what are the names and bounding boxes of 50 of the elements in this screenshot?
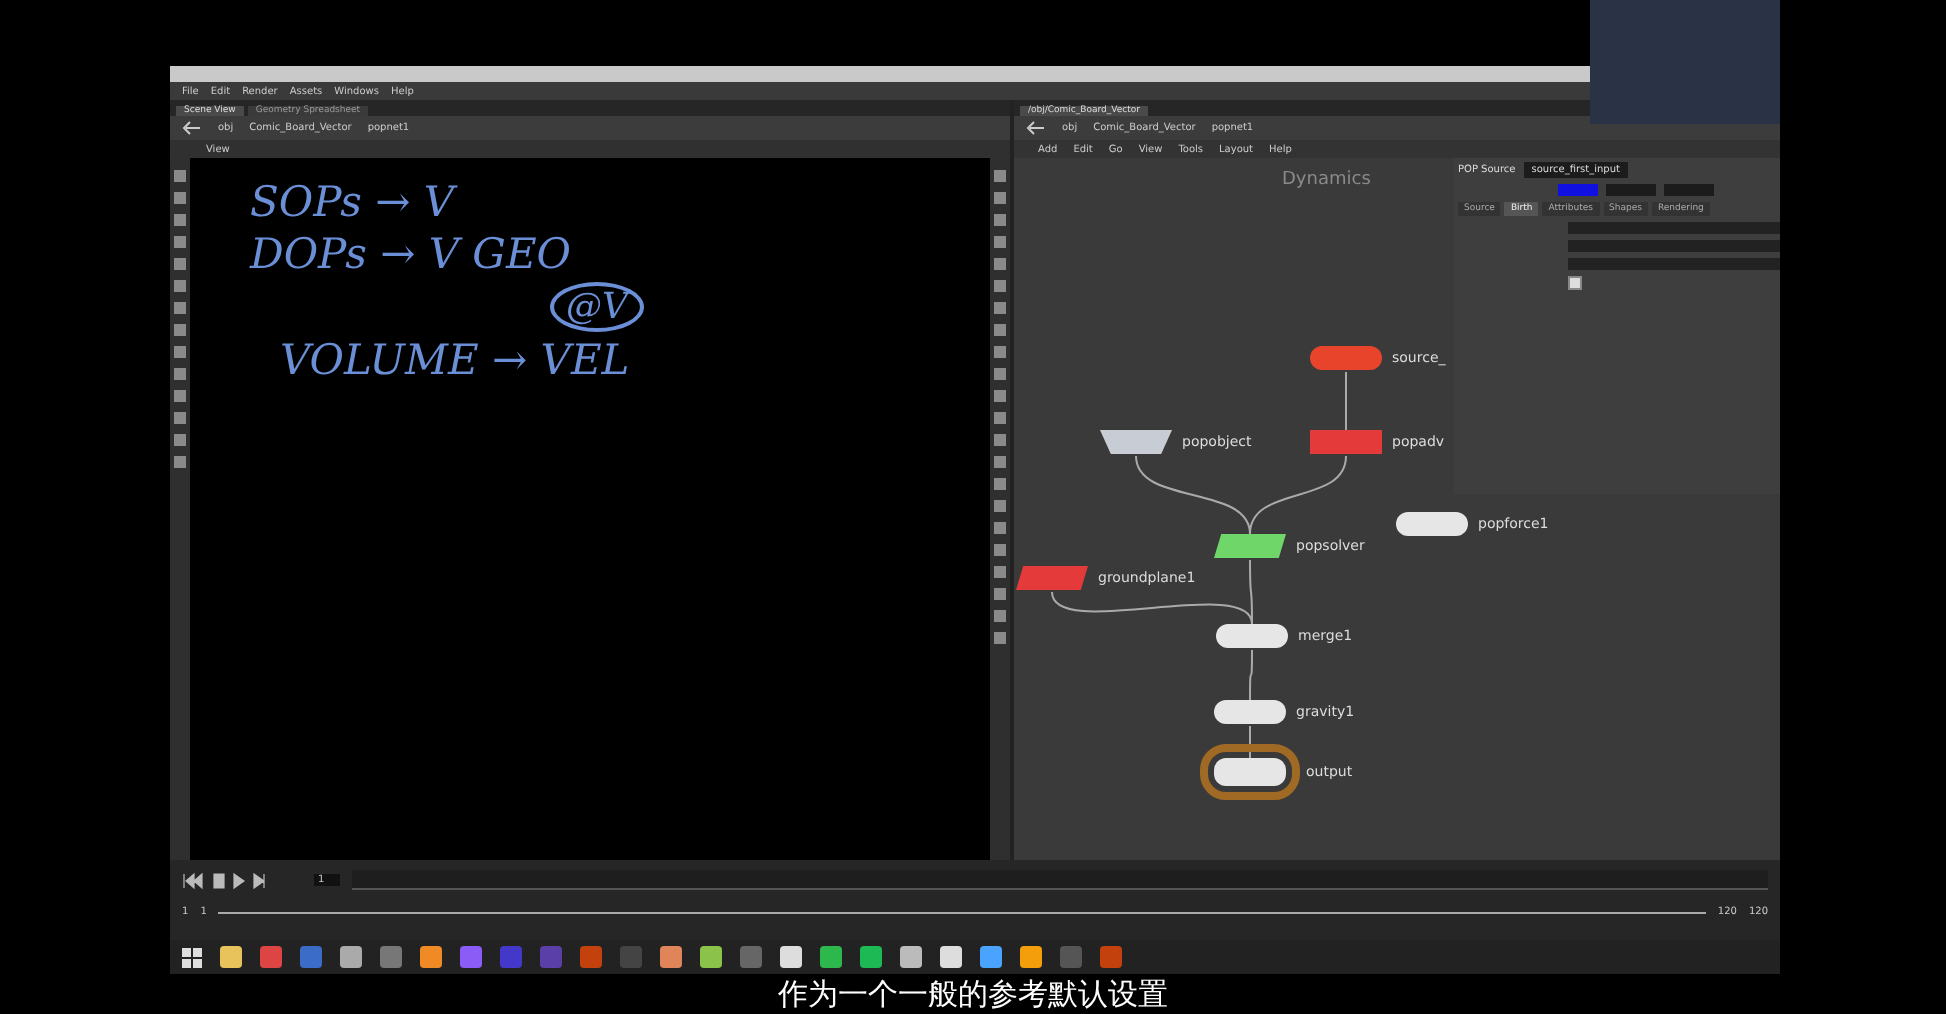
color-swatch[interactable]: [1558, 184, 1598, 196]
node[interactable]: [1396, 512, 1468, 536]
windows-logo-icon[interactable]: [182, 947, 202, 967]
app-icon[interactable]: [1020, 946, 1042, 968]
connector-wire: [1249, 649, 1253, 701]
subtitle-text: 作为一个一般的参考默认设置: [778, 976, 1168, 1014]
app-icon[interactable]: [300, 946, 322, 968]
handwritten-text: SOPs → V: [250, 178, 455, 226]
handwritten-text: @V: [550, 282, 644, 332]
back-arrow-icon[interactable]: [182, 120, 202, 136]
node[interactable]: [1016, 566, 1088, 590]
node[interactable]: [1100, 430, 1172, 454]
node[interactable]: [1214, 700, 1286, 724]
input-field[interactable]: [1664, 184, 1714, 196]
node[interactable]: [1214, 758, 1286, 786]
app-icon[interactable]: [820, 946, 842, 968]
app-icon[interactable]: [260, 946, 282, 968]
connector-wire: [1249, 455, 1347, 535]
connector-wire: [1135, 455, 1251, 535]
timeline-ruler[interactable]: [352, 870, 1768, 890]
app-icon[interactable]: [340, 946, 362, 968]
app-icon[interactable]: [220, 946, 242, 968]
checkbox[interactable]: [1568, 276, 1582, 290]
app-icon[interactable]: [580, 946, 602, 968]
connector-wire: [1249, 725, 1251, 759]
input-field[interactable]: [1568, 258, 1780, 270]
node[interactable]: [1214, 534, 1286, 558]
app-icon[interactable]: [380, 946, 402, 968]
app-icon[interactable]: [940, 946, 962, 968]
app-icon[interactable]: [780, 946, 802, 968]
app-icon[interactable]: [900, 946, 922, 968]
connector-wire: [1345, 371, 1347, 431]
handwritten-text: VOLUME → VEL: [280, 336, 630, 384]
app-icon[interactable]: [700, 946, 722, 968]
node[interactable]: [1310, 430, 1382, 454]
input-field[interactable]: [1606, 184, 1656, 196]
node[interactable]: [1216, 624, 1288, 648]
app-icon[interactable]: [740, 946, 762, 968]
back-arrow-icon[interactable]: [1026, 120, 1046, 136]
context-label: Dynamics: [1282, 170, 1371, 190]
app-icon[interactable]: [1100, 946, 1122, 968]
app-icon[interactable]: [420, 946, 442, 968]
app-icon[interactable]: [860, 946, 882, 968]
app-icon[interactable]: [460, 946, 482, 968]
app-icon[interactable]: [980, 946, 1002, 968]
handwritten-text: DOPs → V GEO: [250, 230, 572, 278]
input-field[interactable]: [1568, 222, 1780, 234]
input-field[interactable]: [1568, 240, 1780, 252]
node[interactable]: [1310, 346, 1382, 370]
app-icon[interactable]: [660, 946, 682, 968]
